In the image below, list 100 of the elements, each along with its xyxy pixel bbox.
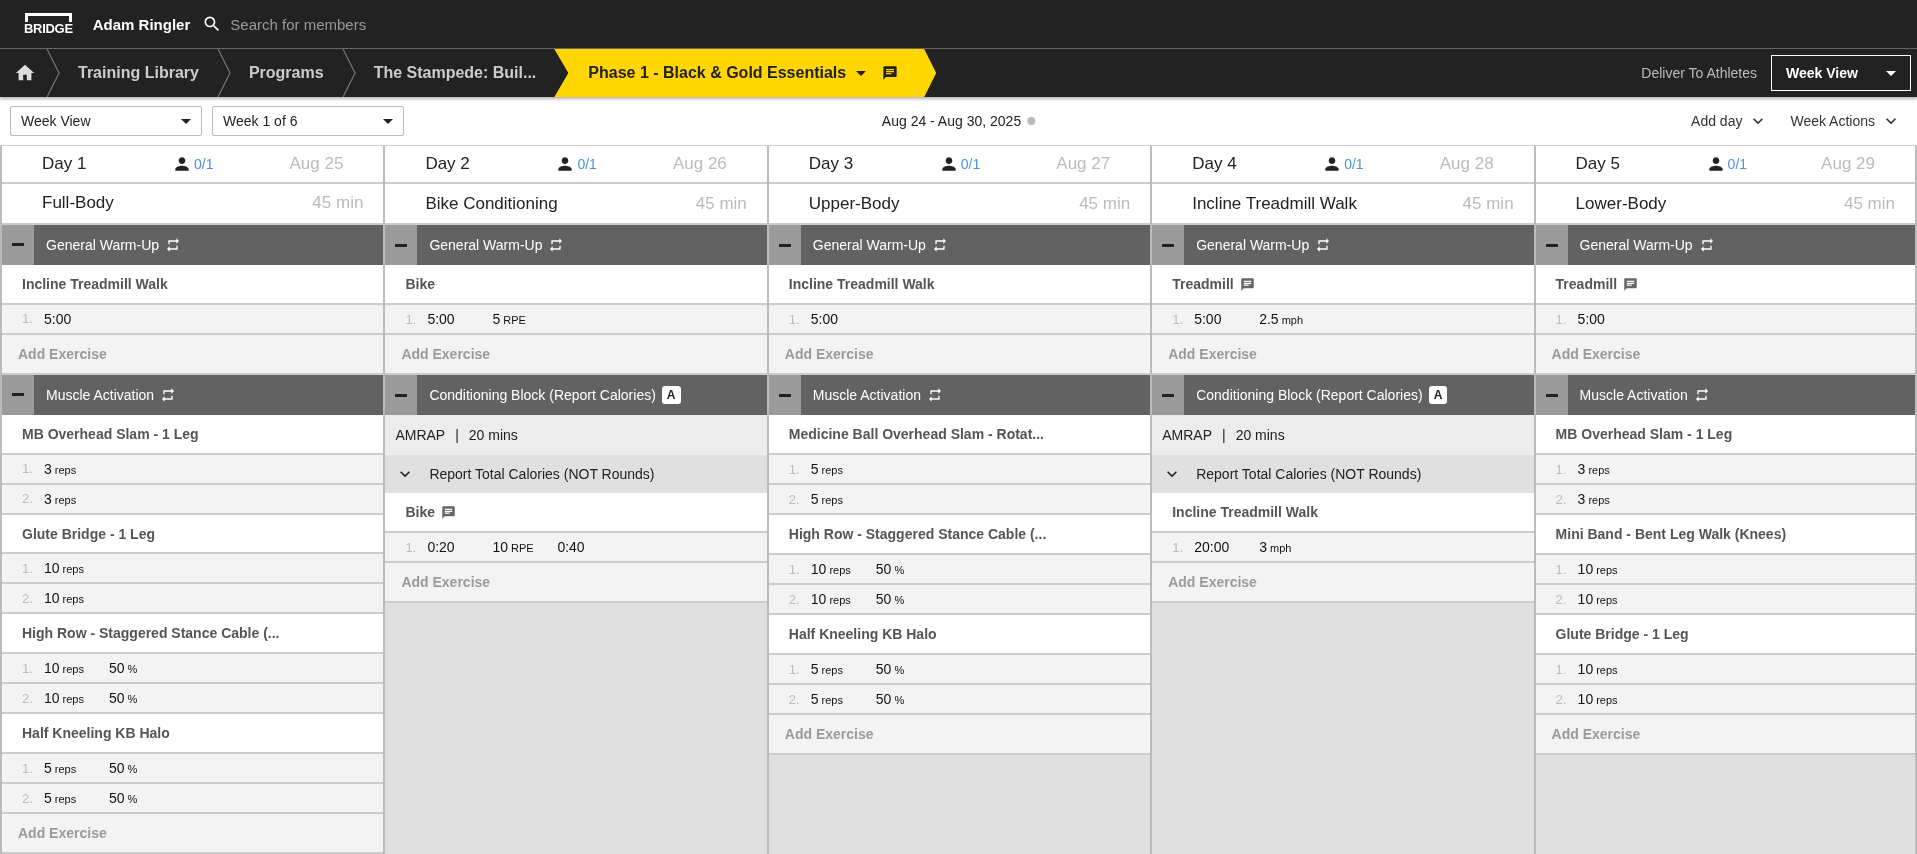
exercise-name[interactable]: Incline Treadmill Walk — [2, 264, 384, 305]
block-header[interactable]: General Warm-Up — [768, 225, 1151, 265]
block-title: Conditioning Block (Report Calories) — [429, 387, 656, 403]
exercise-name[interactable]: Incline Treadmill Walk — [1152, 493, 1534, 533]
set-row[interactable]: 1. 20:00 3 mph — [1152, 533, 1534, 563]
set-row[interactable]: 2. 3 reps — [1535, 485, 1915, 515]
exercise-name[interactable]: Glute Bridge - 1 Leg — [2, 514, 384, 555]
breadcrumb[interactable]: Training Library — [60, 49, 217, 97]
exercise-name[interactable]: Bike — [385, 265, 767, 305]
view-select[interactable]: Week View — [1771, 55, 1911, 91]
set-row[interactable]: 2. 3 reps — [2, 484, 384, 515]
collapse-button[interactable] — [768, 225, 801, 265]
repeat-icon — [931, 237, 948, 253]
set-number: 1. — [1555, 561, 1568, 577]
bridge-logo[interactable]: BRIDGE — [24, 13, 73, 35]
set-value: 50 % — [875, 691, 906, 707]
set-number: 1. — [788, 461, 801, 477]
deliver-link[interactable]: Deliver To Athletes — [1641, 65, 1757, 81]
set-row[interactable]: 1. 10 reps 50 % — [2, 654, 384, 685]
collapse-button[interactable] — [2, 374, 34, 415]
exercise-name[interactable]: Mini Band - Bent Leg Walk (Knees) — [1535, 515, 1915, 555]
breadcrumb[interactable]: Phase 1 - Black & Gold Essentials — [554, 49, 937, 97]
set-row[interactable]: 1. 10 reps — [1535, 555, 1915, 585]
user-name[interactable]: Adam Ringler — [92, 15, 191, 33]
minus-icon — [778, 393, 791, 397]
workout-duration: 45 min — [312, 193, 364, 214]
collapse-button[interactable] — [385, 375, 418, 415]
exercise-name[interactable]: Treadmill — [1535, 265, 1915, 305]
exercise-name[interactable]: MB Overhead Slam - 1 Leg — [1535, 415, 1915, 455]
comment-icon[interactable] — [440, 504, 456, 520]
block-header[interactable]: General Warm-Up — [1152, 225, 1534, 265]
set-number: 2. — [22, 690, 34, 706]
set-row[interactable]: 1. 5:00 — [768, 305, 1151, 335]
breadcrumb[interactable]: Programs — [230, 49, 342, 97]
block-header[interactable]: General Warm-Up — [2, 224, 384, 265]
dropdown-select[interactable]: Week View — [10, 106, 202, 136]
set-row[interactable]: 1. 5 reps 50 % — [768, 655, 1151, 685]
exercise-name[interactable]: Half Kneeling KB Halo — [2, 714, 384, 755]
block-header[interactable]: Muscle Activation — [1535, 375, 1915, 415]
set-row[interactable]: 2. 10 reps 50 % — [2, 684, 384, 715]
exercise-name[interactable]: Bike — [385, 493, 767, 533]
collapse-button[interactable] — [1535, 375, 1568, 415]
set-value: 10 reps — [810, 591, 852, 607]
set-value: 10 RPE — [492, 539, 535, 555]
caret-icon[interactable] — [856, 70, 867, 76]
workout-row[interactable]: Bike Conditioning 45 min — [385, 184, 767, 225]
set-row[interactable]: 1. 5:00 5 RPE — [385, 305, 767, 335]
exercise-name[interactable]: High Row - Staggered Stance Cable (... — [2, 614, 384, 655]
block-header[interactable]: Conditioning Block (Report Calories) A — [1152, 375, 1534, 415]
exercise-name[interactable]: Incline Treadmill Walk — [768, 265, 1151, 305]
block-header[interactable]: Conditioning Block (Report Calories) A — [385, 375, 767, 415]
exercise-name[interactable]: Glute Bridge - 1 Leg — [1535, 615, 1915, 655]
comment-icon[interactable] — [1623, 276, 1639, 292]
block-header[interactable]: Muscle Activation — [768, 375, 1151, 415]
collapse-button[interactable] — [2, 224, 34, 265]
set-row[interactable]: 1. 5:00 — [1535, 305, 1915, 335]
workout-row[interactable]: Lower-Body 45 min — [1535, 184, 1915, 225]
action-dropdown[interactable]: Add day — [1685, 111, 1775, 131]
set-row[interactable]: 2. 5 reps 50 % — [768, 685, 1151, 715]
collapse-button[interactable] — [385, 225, 418, 265]
exercise-title: Incline Treadmill Walk — [788, 276, 935, 292]
set-row[interactable]: 1. 5 reps 50 % — [2, 754, 384, 785]
dropdown-select[interactable]: Week 1 of 6 — [212, 106, 404, 136]
set-row[interactable]: 2. 10 reps — [1535, 585, 1915, 615]
exercise-name[interactable]: Treadmill — [1152, 265, 1534, 305]
set-row[interactable]: 2. 5 reps 50 % — [2, 784, 384, 815]
comment-icon[interactable] — [882, 65, 899, 81]
block-header[interactable]: Muscle Activation — [2, 374, 384, 415]
set-row[interactable]: 1. 3 reps — [2, 454, 384, 485]
action-dropdown[interactable]: Week Actions — [1784, 111, 1907, 131]
set-row[interactable]: 2. 10 reps 50 % — [768, 585, 1151, 615]
block-header[interactable]: General Warm-Up — [1535, 225, 1915, 265]
exercise-name[interactable]: MB Overhead Slam - 1 Leg — [2, 414, 384, 455]
set-row[interactable]: 1. 3 reps — [1535, 455, 1915, 485]
exercise-name[interactable]: Medicine Ball Overhead Slam - Rotat... — [768, 415, 1151, 455]
breadcrumb[interactable]: The Stampede: Buil... — [355, 49, 555, 97]
block-title: Muscle Activation — [812, 387, 921, 403]
set-row[interactable]: 2. 5 reps — [768, 485, 1151, 515]
workout-row[interactable]: Full-Body 45 min — [2, 183, 384, 225]
collapse-button[interactable] — [1152, 375, 1185, 415]
set-row[interactable]: 1. 5:00 — [2, 304, 384, 335]
set-row[interactable]: 1. 10 reps — [2, 554, 384, 585]
set-row[interactable]: 1. 5:00 2.5 mph — [1152, 305, 1534, 335]
day-label: Day 5 — [1575, 154, 1621, 174]
workout-row[interactable]: Upper-Body 45 min — [768, 184, 1151, 225]
collapse-button[interactable] — [1152, 225, 1185, 265]
collapse-button[interactable] — [768, 375, 801, 415]
search-field[interactable]: Search for members — [228, 14, 489, 34]
workout-row[interactable]: Incline Treadmill Walk 45 min — [1152, 184, 1534, 225]
set-row[interactable]: 1. 5 reps — [768, 455, 1151, 485]
comment-icon[interactable] — [1239, 276, 1255, 292]
set-row[interactable]: 1. 10 reps 50 % — [768, 555, 1151, 585]
collapse-button[interactable] — [1535, 225, 1568, 265]
block-header[interactable]: General Warm-Up — [385, 225, 767, 265]
exercise-name[interactable]: High Row - Staggered Stance Cable (... — [768, 515, 1151, 555]
set-row[interactable]: 2. 10 reps — [2, 584, 384, 615]
exercise-name[interactable]: Half Kneeling KB Halo — [768, 615, 1151, 655]
set-row[interactable]: 2. 10 reps — [1535, 685, 1915, 715]
set-row[interactable]: 1. 10 reps — [1535, 655, 1915, 685]
set-row[interactable]: 1. 0:20 10 RPE 0:40 — [385, 533, 767, 563]
